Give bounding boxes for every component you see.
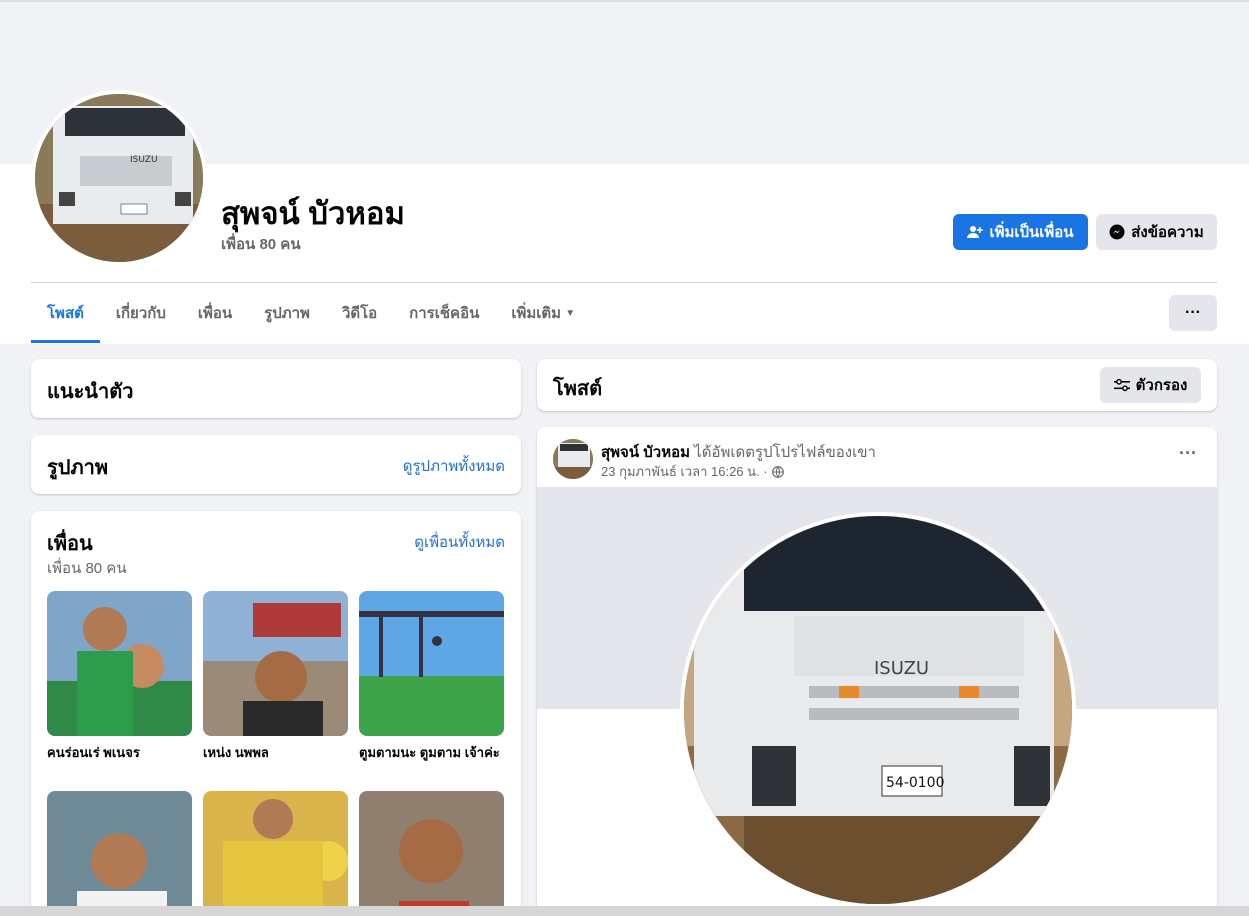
tab-label: โพสต์ [47,305,84,322]
svg-text:ISUZU: ISUZU [130,155,158,165]
filter-label: ตัวกรอง [1135,377,1188,394]
profile-name: สุพจน์ บัวหอม [221,196,405,231]
filter-button[interactable]: ตัวกรอง [1100,367,1201,403]
add-friend-button[interactable]: เพิ่มเป็นเพื่อน [953,214,1088,250]
tab-more[interactable]: เพิ่มเติม ▼ [495,283,591,343]
friend-photo [359,791,504,916]
post-action-text: ได้อัพเดตรูปโปรไฟล์ของเขา [694,444,876,461]
add-friend-label: เพิ่มเป็นเพื่อน [989,224,1074,241]
photos-card: รูปภาพ ดูรูปภาพทั้งหมด [31,435,521,494]
tab-photos[interactable]: รูปภาพ [248,283,326,343]
friend-item[interactable] [47,791,192,916]
friend-photo [203,791,348,916]
message-label: ส่งข้อความ [1131,224,1204,241]
tab-friends[interactable]: เพื่อน [182,283,248,343]
tab-label: เพิ่มเติม [511,305,562,322]
tab-posts[interactable]: โพสต์ [31,283,100,343]
messenger-icon [1109,224,1125,240]
tab-label: เพื่อน [197,305,233,322]
post-author-name[interactable]: สุพจน์ บัวหอม [601,444,690,461]
friends-subtitle: เพื่อน 80 คน [47,560,127,577]
friend-item[interactable]: ตูมตามนะ ตูมตาม เจ้าค่ะ [359,591,504,763]
friend-photo [47,591,192,736]
tab-about[interactable]: เกี่ยวกับ [100,283,182,343]
friend-photo [203,591,348,736]
friend-item[interactable] [203,791,348,916]
profile-tabs: โพสต์ เกี่ยวกับ เพื่อน รูปภาพ วิดีโอ การ… [31,283,591,343]
tab-videos[interactable]: วิดีโอ [326,283,393,343]
post-options-button[interactable]: ··· [1179,443,1197,464]
see-all-friends-link[interactable]: ดูเพื่อนทั้งหมด [414,530,505,554]
profile-friend-count[interactable]: เพื่อน 80 คน [221,232,301,256]
see-all-photos-link[interactable]: ดูรูปภาพทั้งหมด [403,454,505,478]
person-plus-icon [967,226,984,238]
globe-icon [771,465,784,478]
post-timestamp[interactable]: 23 กุมภาพันธ์ เวลา 16:26 น. · [601,461,768,482]
intro-title: แนะนำตัว [47,381,134,403]
friends-card: เพื่อน ดูเพื่อนทั้งหมด เพื่อน 80 คน คนร่… [31,511,521,916]
friend-item[interactable]: เหน่ง นพพล [203,591,348,763]
svg-text:54-0100: 54-0100 [886,775,945,791]
tab-label: การเช็คอิน [409,305,480,322]
post-card: สุพจน์ บัวหอม ได้อัพเดตรูปโปรไฟล์ของเขา … [537,427,1217,916]
post-profile-photo[interactable]: ISUZU 54-0100 [680,512,1076,908]
friend-name: เหน่ง นพพล [203,745,269,760]
svg-text:ISUZU: ISUZU [874,658,929,679]
more-options-label: ··· [1185,304,1201,321]
photos-title: รูปภาพ [47,457,109,479]
post-meta: 23 กุมภาพันธ์ เวลา 16:26 น. · [601,461,784,482]
message-button[interactable]: ส่งข้อความ [1096,214,1217,250]
friend-item[interactable]: คนร่อนเร่ พเนจร [47,591,192,763]
posts-title: โพสต์ [553,378,603,400]
intro-card: แนะนำตัว [31,359,521,418]
tab-label: เกี่ยวกับ [115,305,166,322]
tab-label: รูปภาพ [264,305,310,322]
tab-label: วิดีโอ [341,305,378,322]
friend-photo [359,591,504,736]
friend-photo [47,791,192,916]
friends-title: เพื่อน [47,533,93,555]
bottom-bar [0,906,1249,916]
sliders-icon [1113,378,1130,392]
friend-name: คนร่อนเร่ พเนจร [47,745,140,760]
friend-item[interactable] [359,791,504,916]
friend-name: ตูมตามนะ ตูมตาม เจ้าค่ะ [359,745,500,760]
post-author-avatar[interactable] [553,439,593,479]
tab-checkins[interactable]: การเช็คอิน [393,283,495,343]
caret-down-icon: ▼ [565,307,576,319]
posts-header-card: โพสต์ ตัวกรอง [537,359,1217,411]
profile-avatar[interactable]: ISUZU [31,90,207,266]
more-options-button[interactable]: ··· [1169,295,1217,331]
